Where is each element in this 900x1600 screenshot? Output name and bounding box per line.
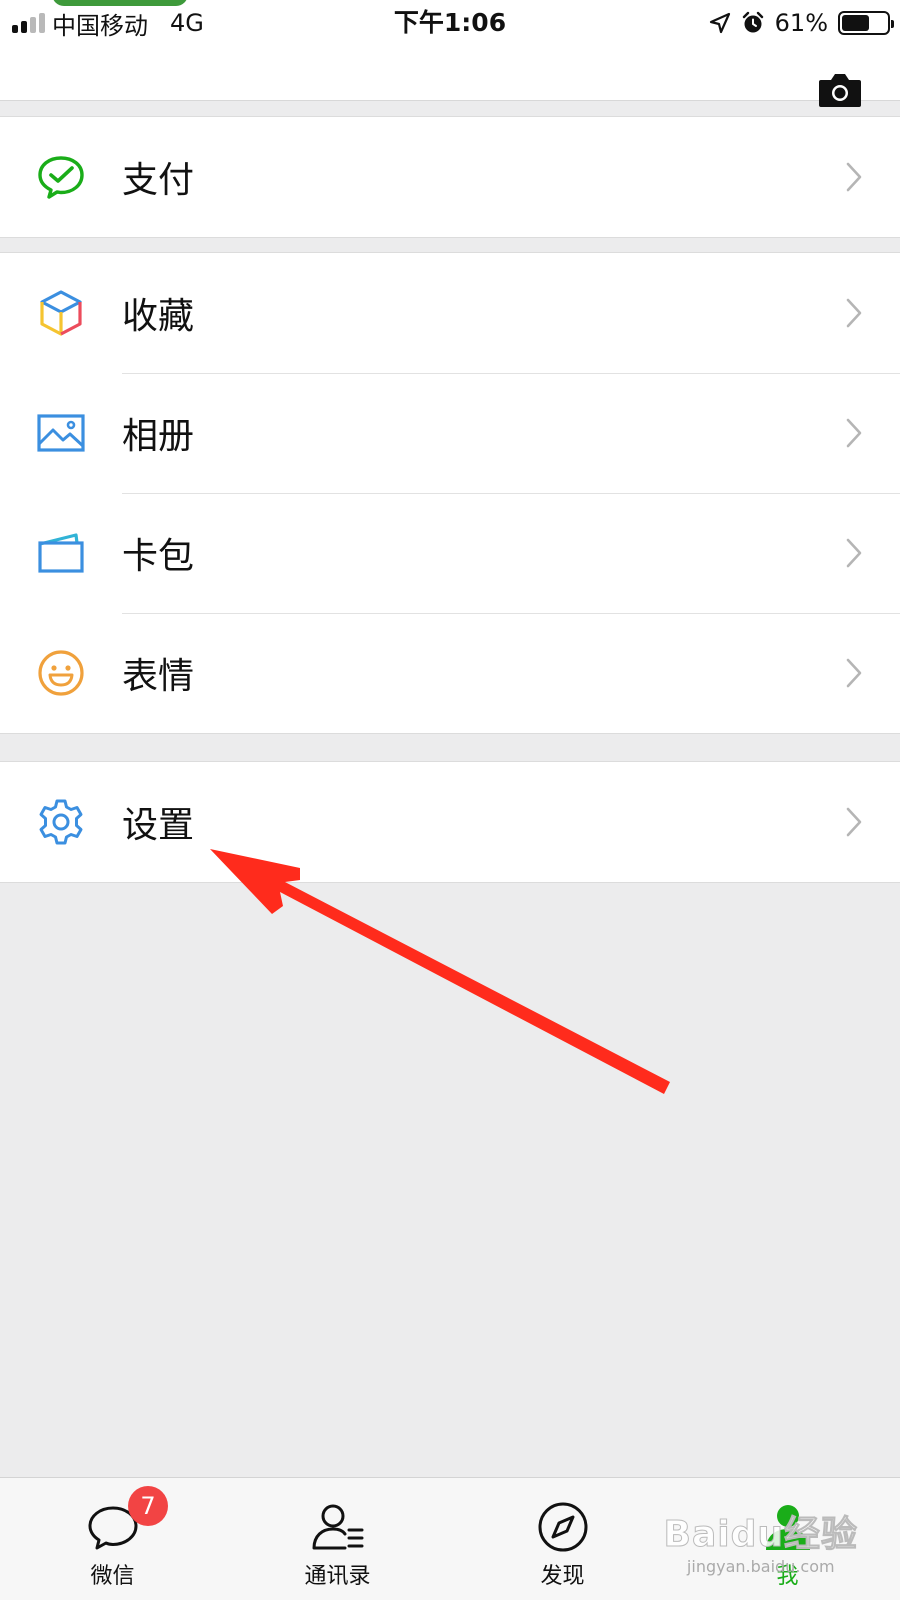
chevron-right-icon <box>846 298 862 328</box>
carrier-name: 中国移动 <box>52 11 148 40</box>
sticker-smiley-icon <box>38 650 84 696</box>
menu-item-pay[interactable]: 支付 <box>0 117 900 237</box>
network-type: 4G <box>170 9 204 37</box>
battery-icon <box>838 11 894 35</box>
menu-label-favorites: 收藏 <box>122 296 195 337</box>
menu-item-settings[interactable]: 设置 <box>0 762 900 882</box>
chevron-right-icon <box>846 538 862 568</box>
tab-discover[interactable]: 发现 <box>450 1478 675 1600</box>
location-arrow-icon <box>709 12 730 34</box>
menu-item-favorites[interactable]: 收藏 <box>0 253 900 373</box>
menu-item-stickers[interactable]: 表情 <box>0 613 900 733</box>
signal-icon <box>12 13 45 33</box>
tab-label-discover: 发现 <box>540 1564 585 1589</box>
status-left: 中国移动 4G <box>12 6 204 40</box>
tab-me[interactable]: 我 <box>675 1478 900 1600</box>
settings-gear-icon <box>39 799 83 845</box>
menu-label-stickers: 表情 <box>122 656 195 697</box>
tab-contacts[interactable]: 通讯录 <box>225 1478 450 1600</box>
wechat-pay-icon <box>38 156 84 199</box>
card-wallet-icon <box>38 533 84 573</box>
menu-label-settings: 设置 <box>122 805 195 846</box>
album-photo-icon <box>37 414 85 452</box>
me-person-icon <box>765 1505 810 1550</box>
menu-label-pay: 支付 <box>122 160 195 201</box>
camera-icon[interactable] <box>818 72 862 108</box>
tab-bar: 7 微信 通讯录 发现 我 Baidu经验 jingyan.baidu.com <box>0 1477 900 1600</box>
tab-label-me: 我 <box>776 1564 799 1589</box>
tab-label-chats: 微信 <box>90 1564 135 1589</box>
battery-fill <box>842 15 869 31</box>
status-right: 61% <box>709 6 894 40</box>
favorites-cube-icon <box>40 290 82 336</box>
menu-group-content: 收藏 相册 卡包 表情 <box>0 252 900 734</box>
menu-item-album[interactable]: 相册 <box>0 373 900 493</box>
alarm-clock-icon <box>742 11 763 33</box>
compass-icon <box>538 1502 587 1552</box>
menu-label-album: 相册 <box>122 416 195 457</box>
menu-label-cards: 卡包 <box>122 536 195 577</box>
status-bar: 中国移动 4G 下午1:06 61% <box>0 0 900 46</box>
unread-badge: 7 <box>128 1486 168 1526</box>
menu-item-cards[interactable]: 卡包 <box>0 493 900 613</box>
profile-header <box>0 46 900 107</box>
menu-group-pay: 支付 <box>0 116 900 238</box>
chevron-right-icon <box>846 658 862 688</box>
tab-chats[interactable]: 7 微信 <box>0 1478 225 1600</box>
chevron-right-icon <box>846 162 862 192</box>
contacts-icon <box>312 1504 363 1550</box>
chevron-right-icon <box>846 418 862 448</box>
battery-percent: 61% <box>774 9 828 37</box>
tab-label-contacts: 通讯录 <box>304 1564 371 1589</box>
menu-group-settings: 设置 <box>0 761 900 883</box>
chevron-right-icon <box>846 807 862 837</box>
